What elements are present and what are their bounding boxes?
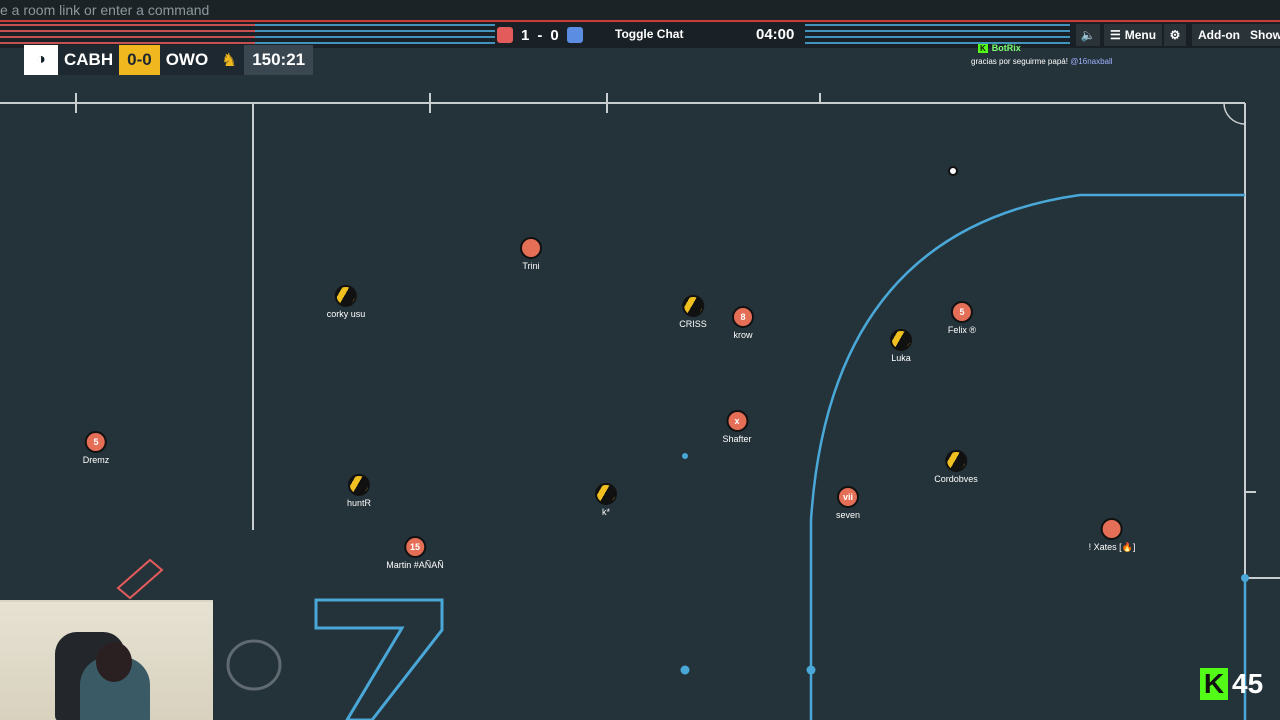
player: 8 krow bbox=[732, 306, 754, 340]
hamburger-icon: ☰ bbox=[1110, 28, 1121, 42]
player-name: ! Xates [🔥] bbox=[1088, 542, 1136, 552]
match-score: 1 - 0 bbox=[497, 26, 583, 44]
player-disc: 5 bbox=[85, 431, 107, 453]
player-disc bbox=[595, 483, 617, 505]
player: Cordobves bbox=[934, 450, 978, 484]
blue-stripes-decoration-right bbox=[805, 24, 1070, 46]
player-name: Dremz bbox=[82, 455, 110, 465]
player: CRISS bbox=[679, 295, 707, 329]
volume-icon: 🔈 bbox=[1080, 28, 1096, 42]
player-name: CRISS bbox=[679, 319, 707, 329]
player: corky usu bbox=[326, 285, 366, 319]
player-name: Shafter bbox=[722, 434, 752, 444]
player-disc: x bbox=[726, 410, 748, 432]
player-disc: 15 bbox=[403, 536, 426, 558]
player: k* bbox=[595, 483, 617, 517]
command-bar bbox=[0, 0, 1280, 22]
scoreboard-clock: 150:21 bbox=[244, 45, 314, 75]
blue-stripes-decoration bbox=[255, 24, 495, 46]
player-disc bbox=[520, 237, 542, 259]
scoreboard: ◑ CABH 0-0 OWO ♞ 150:21 bbox=[24, 45, 314, 75]
red-stripes-decoration bbox=[0, 24, 255, 46]
player-disc bbox=[1100, 518, 1123, 540]
player: 5 Felix ® bbox=[948, 301, 976, 335]
command-input[interactable] bbox=[0, 0, 1280, 20]
menu-label: Menu bbox=[1124, 28, 1157, 42]
add-on-label: Add-on bbox=[1198, 28, 1240, 42]
player-name: corky usu bbox=[326, 309, 366, 319]
red-team-icon bbox=[497, 27, 513, 43]
webcam-overlay bbox=[0, 600, 213, 720]
gear-icon: ⚙ bbox=[1169, 28, 1181, 42]
scoreboard-result: 0-0 bbox=[119, 45, 160, 75]
blue-team-icon bbox=[566, 27, 583, 43]
player-name: krow bbox=[733, 330, 753, 340]
player-name: Martin #AÑAÑ bbox=[386, 560, 444, 570]
player-disc bbox=[334, 285, 357, 307]
player-disc: 8 bbox=[732, 306, 754, 328]
viewer-count: 45 bbox=[1232, 668, 1264, 699]
streamer-head bbox=[96, 642, 132, 682]
player-disc bbox=[890, 329, 912, 351]
player: ! Xates [🔥] bbox=[1088, 518, 1136, 553]
chat-user-name: BotRix bbox=[991, 43, 1021, 53]
player: huntR bbox=[347, 474, 371, 508]
show-button[interactable]: Show bbox=[1244, 24, 1280, 46]
show-label: Show bbox=[1250, 28, 1280, 42]
player-disc bbox=[681, 295, 704, 317]
kick-icon: K bbox=[978, 43, 988, 53]
chat-mention: @16naxball bbox=[1070, 57, 1113, 66]
score-blue: 0 bbox=[550, 26, 559, 44]
toggle-chat-button[interactable]: Toggle Chat bbox=[615, 27, 683, 41]
player-name: Trini bbox=[522, 261, 540, 271]
viewer-count-badge: K 45 bbox=[1200, 668, 1263, 700]
chat-message: gracias por seguirme papá! @16naxball bbox=[971, 57, 1113, 66]
player-disc: vii bbox=[837, 486, 859, 508]
player: x Shafter bbox=[722, 410, 752, 444]
player: Trini bbox=[520, 237, 542, 271]
home-team-logo-icon: ◑ bbox=[24, 45, 58, 75]
player-name: seven bbox=[835, 510, 861, 520]
player-name: Luka bbox=[891, 353, 911, 363]
match-timer: 04:00 bbox=[756, 26, 795, 43]
player-name: Cordobves bbox=[934, 474, 978, 484]
kick-logo-icon: K bbox=[1200, 668, 1228, 700]
player-disc bbox=[945, 450, 967, 472]
wolf-logo-icon: ♞ bbox=[214, 45, 245, 75]
player: Luka bbox=[890, 329, 912, 363]
player: vii seven bbox=[836, 486, 860, 520]
score-separator: - bbox=[537, 26, 543, 44]
menu-button[interactable]: ☰ Menu bbox=[1104, 24, 1163, 46]
player: 5 Dremz bbox=[82, 431, 110, 465]
chat-message-text: gracias por seguirme papá! bbox=[971, 57, 1068, 66]
volume-button[interactable]: 🔈 bbox=[1076, 24, 1100, 46]
settings-button[interactable]: ⚙ bbox=[1164, 24, 1186, 46]
player: 15 Martin #AÑAÑ bbox=[386, 536, 444, 570]
player-name: k* bbox=[601, 507, 610, 517]
chat-username: K BotRix bbox=[978, 43, 1021, 53]
home-team-name: CABH bbox=[58, 45, 120, 75]
score-red: 1 bbox=[521, 26, 530, 44]
add-on-button[interactable]: Add-on bbox=[1192, 24, 1246, 46]
ball bbox=[948, 166, 958, 176]
player-name: huntR bbox=[346, 498, 372, 508]
player-disc: 5 bbox=[950, 301, 973, 323]
player-disc bbox=[348, 474, 370, 496]
player-name: Felix ® bbox=[947, 325, 977, 335]
away-team-name: OWO bbox=[159, 45, 215, 75]
